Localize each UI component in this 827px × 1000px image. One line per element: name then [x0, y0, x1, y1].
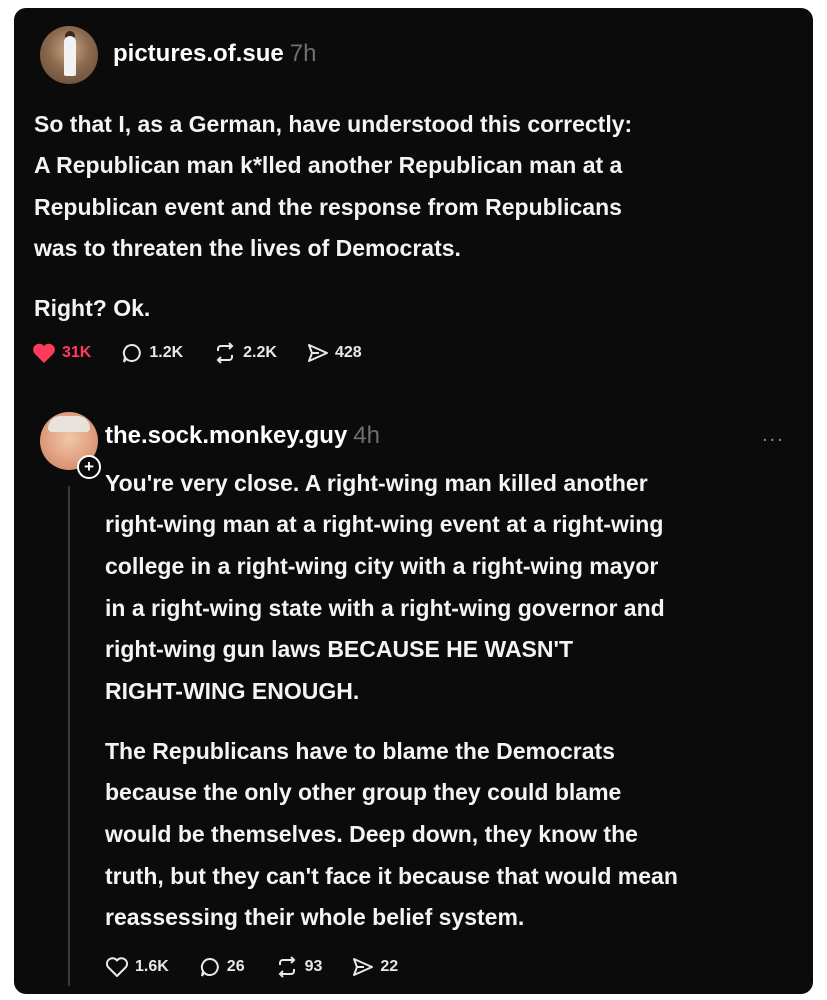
like-count: 1.6K	[135, 958, 169, 975]
reply-actions: 1.6K 26 93 22	[105, 956, 428, 978]
post-line: Republican event and the response from R…	[34, 194, 622, 220]
repost-icon	[216, 342, 234, 364]
reply-line: right-wing man at a right-wing event at …	[105, 511, 664, 537]
username[interactable]: the.sock.monkey.guy	[105, 422, 347, 449]
share-count: 428	[334, 344, 362, 361]
repost-icon	[278, 956, 296, 978]
repost-button[interactable]: 2.2K	[213, 342, 277, 364]
share-icon	[307, 344, 328, 362]
comment-icon	[200, 957, 219, 977]
thread-line	[68, 486, 70, 986]
like-button[interactable]: 1.6K	[105, 956, 169, 978]
heart-icon	[105, 957, 129, 977]
post-line: A Republican man k*lled another Republic…	[34, 152, 623, 178]
comment-button[interactable]: 1.2K	[121, 342, 183, 364]
share-icon	[353, 958, 374, 976]
like-button[interactable]: 31K	[32, 342, 91, 364]
reply-line: would be themselves. Deep down, they kno…	[105, 821, 638, 847]
reply-line: in a right-wing state with a right-wing …	[105, 595, 665, 621]
comment-count: 26	[226, 958, 245, 975]
share-button[interactable]: 22	[352, 956, 398, 978]
share-count: 22	[380, 958, 399, 975]
reply-line: You're very close. A right-wing man kill…	[105, 470, 648, 496]
follow-plus-icon[interactable]: +	[77, 455, 101, 479]
reply-line: college in a right-wing city with a righ…	[105, 553, 659, 579]
reply-line: The Republicans have to blame the Democr…	[105, 738, 615, 764]
reply-line: right-wing gun laws BECAUSE HE WASN'T	[105, 636, 574, 662]
username[interactable]: pictures.of.sue	[113, 40, 284, 67]
heart-icon	[33, 343, 55, 363]
post-line: was to threaten the lives of Democrats.	[34, 235, 461, 261]
thread-card: pictures.of.sue 7h So that I, as a German…	[14, 8, 813, 994]
post-line: Right? Ok.	[34, 295, 151, 321]
timestamp: 7h	[289, 40, 317, 67]
comment-count: 1.2K	[149, 344, 184, 361]
like-count: 31K	[62, 344, 92, 361]
post-author[interactable]: pictures.of.sue 7h	[113, 40, 316, 68]
repost-count: 2.2K	[243, 344, 277, 361]
share-button[interactable]: 428	[307, 342, 362, 364]
reply-line: RIGHT-WING ENOUGH.	[105, 678, 360, 704]
repost-count: 93	[304, 958, 323, 975]
reply-line: because the only other group they could …	[105, 779, 622, 805]
comment-button[interactable]: 26	[199, 956, 245, 978]
reply-line: truth, but they can't face it because th…	[105, 863, 678, 889]
reply-author[interactable]: the.sock.monkey.guy 4h	[105, 422, 380, 450]
post-line: So that I, as a German, have understood …	[34, 111, 633, 137]
repost-button[interactable]: 93	[275, 956, 323, 978]
comment-icon	[123, 343, 142, 363]
timestamp: 4h	[353, 422, 380, 449]
post-actions: 31K 1.2K 2.2K 428	[32, 342, 392, 364]
more-icon[interactable]: ...	[762, 424, 785, 447]
avatar[interactable]	[40, 26, 98, 84]
reply-line: reassessing their whole belief system.	[105, 904, 525, 930]
